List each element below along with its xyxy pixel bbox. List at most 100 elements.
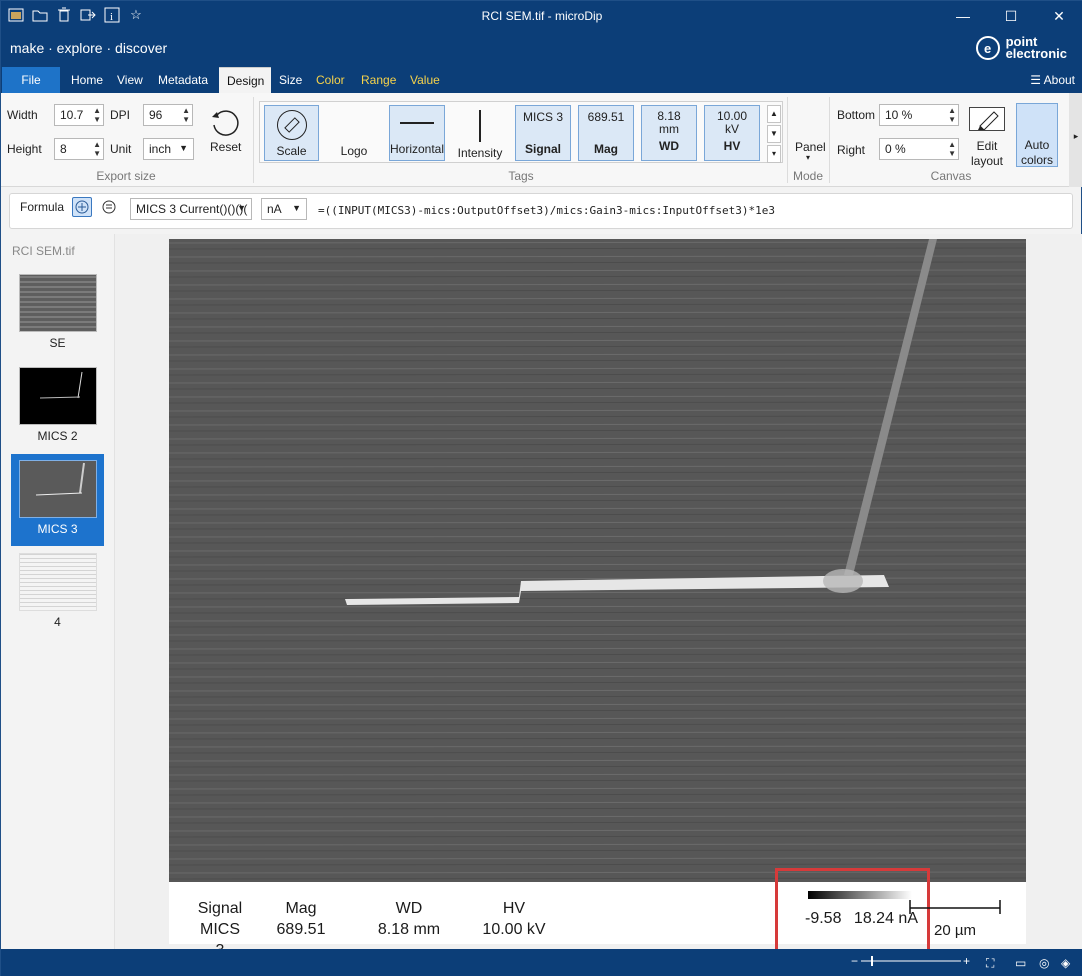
- databar-mag-value: 689.51: [276, 921, 326, 938]
- signal-tag-button[interactable]: MICS 3 Signal: [515, 105, 571, 161]
- horizontal-tag-button[interactable]: Horizontal: [389, 105, 445, 161]
- right-label: Right: [837, 143, 866, 157]
- tab-color[interactable]: Color: [308, 67, 353, 93]
- tab-value[interactable]: Value: [402, 67, 448, 93]
- zoom-slider[interactable]: − +: [851, 954, 971, 968]
- logo-line2: electronic: [1005, 46, 1067, 61]
- thumbnail-label: SE: [49, 336, 66, 350]
- databar-mag-label: Mag: [285, 900, 317, 917]
- formula-expression-input[interactable]: =((INPUT(MICS3)-mics:OutputOffset3)/mics…: [318, 204, 775, 217]
- logo-label: Logo: [340, 144, 368, 158]
- tab-design[interactable]: Design: [219, 67, 271, 93]
- tab-file[interactable]: File: [2, 67, 60, 93]
- logo-icon: e: [975, 36, 1000, 60]
- canvas-group-label: Canvas: [930, 169, 972, 183]
- vertical-line-icon: [479, 110, 481, 142]
- bottom-input[interactable]: 10 % ▲ ▼: [879, 104, 959, 126]
- fit-screen-icon[interactable]: ⛶: [986, 956, 1000, 970]
- ribbon-scroll-right-icon[interactable]: ▸: [1069, 93, 1082, 187]
- right-input[interactable]: 0 % ▲ ▼: [879, 138, 959, 160]
- unit-label: Unit: [110, 142, 132, 156]
- panel-dropdown-icon[interactable]: ▾: [806, 153, 810, 162]
- thumbnail-4[interactable]: 4: [11, 547, 104, 639]
- chevron-down-icon: ▼: [292, 203, 301, 213]
- thumbnail-label: 4: [54, 615, 61, 629]
- export-size-group-label: Export size: [96, 169, 156, 183]
- svg-text:−: −: [851, 954, 858, 968]
- thumbnail-image: [18, 274, 97, 332]
- spinner-icon[interactable]: ▲ ▼: [182, 106, 190, 124]
- about-icon: ☰: [1030, 73, 1044, 87]
- panel-button[interactable]: Panel: [795, 140, 826, 154]
- minimize-icon[interactable]: —: [939, 1, 987, 31]
- horizontal-label: Horizontal: [390, 142, 445, 156]
- thumbnail-image: [18, 367, 97, 425]
- tab-home[interactable]: Home: [63, 67, 111, 93]
- spinner-icon[interactable]: ▲ ▼: [93, 140, 101, 158]
- expand-gallery-icon[interactable]: ▾: [767, 145, 781, 163]
- app-window: i ☆ RCI SEM.tif - microDip — ☐ ✕ make · …: [0, 0, 1082, 976]
- chevron-down-icon: ▼: [179, 143, 188, 153]
- hv-tag-button[interactable]: 10.00 kV HV: [704, 105, 760, 161]
- thumbnail-se[interactable]: SE: [11, 268, 104, 360]
- channel-select[interactable]: MICS 3 Current()()()(▼: [130, 198, 252, 220]
- databar-wd-value: 8.18 mm: [377, 921, 441, 938]
- thumbnail-mics2[interactable]: MICS 2: [11, 361, 104, 453]
- ruler-icon: [276, 110, 307, 140]
- spinner-icon[interactable]: ▲ ▼: [948, 140, 956, 158]
- spinner-icon[interactable]: ▲ ▼: [93, 106, 101, 124]
- formula-mode-icon[interactable]: [72, 197, 92, 217]
- status-bar: − + ⛶ ▭ ◎ ◈: [1, 949, 1082, 976]
- file-name-label: RCI SEM.tif: [12, 244, 75, 258]
- wd-tag-label: WD: [659, 139, 679, 153]
- edit-layout-button[interactable]: Edit layout: [969, 139, 1005, 169]
- databar-hv-value: 10.00 kV: [482, 921, 546, 938]
- scroll-down-icon[interactable]: ▼: [767, 125, 781, 143]
- view-frame-icon[interactable]: ▭: [1015, 956, 1029, 970]
- unit-select[interactable]: nA ▼: [261, 198, 307, 220]
- thumbnail-image: [18, 460, 97, 518]
- reset-button[interactable]: Reset: [210, 140, 241, 154]
- unit-select[interactable]: inch ▼: [143, 138, 194, 160]
- auto-colors-button[interactable]: Auto colors: [1016, 103, 1058, 167]
- scale-label: Scale: [276, 144, 307, 158]
- close-icon[interactable]: ✕: [1035, 1, 1082, 31]
- mag-tag-button[interactable]: 689.51 Mag: [578, 105, 634, 161]
- formula-list-icon[interactable]: [100, 198, 118, 216]
- svg-text:+: +: [963, 954, 970, 968]
- dpi-input[interactable]: 96 ▲ ▼: [143, 104, 193, 126]
- tab-view[interactable]: View: [109, 67, 151, 93]
- intensity-label: Intensity: [457, 146, 503, 160]
- mode-group-label: Mode: [792, 169, 824, 183]
- range-min-value: -9.58: [805, 910, 842, 927]
- maximize-icon[interactable]: ☐: [987, 1, 1035, 31]
- about-button[interactable]: ☰ About: [1030, 73, 1075, 87]
- width-input[interactable]: 10.7 ▲ ▼: [54, 104, 104, 126]
- intensity-tag-button[interactable]: Intensity: [451, 105, 509, 161]
- thumbnail-mics3[interactable]: MICS 3: [11, 454, 104, 546]
- hv-tag-unit: kV: [724, 122, 739, 136]
- tab-metadata[interactable]: Metadata: [150, 67, 216, 93]
- scale-bar: [909, 898, 1001, 914]
- brand-bar: make · explore · discover e point electro…: [1, 31, 1082, 67]
- image-sidebar: RCI SEM.tif SE MICS 2 MICS 3 4: [1, 234, 115, 949]
- height-input[interactable]: 8 ▲ ▼: [54, 138, 104, 160]
- width-label: Width: [7, 108, 38, 122]
- sem-image[interactable]: [169, 239, 1026, 882]
- scale-tag-button[interactable]: Scale: [264, 105, 319, 161]
- wd-tag-button[interactable]: 8.18 mm WD: [641, 105, 697, 161]
- target-icon[interactable]: ◎: [1039, 956, 1053, 970]
- logo-tag-button[interactable]: Logo: [325, 105, 383, 161]
- pencil-icon[interactable]: [969, 107, 1005, 131]
- intensity-colorbar: [808, 891, 912, 899]
- window-title: RCI SEM.tif - microDip: [481, 9, 603, 23]
- ribbon-panel: Width 10.7 ▲ ▼ DPI 96 ▲ ▼ Height 8 ▲ ▼ Unit in…: [1, 93, 1082, 187]
- spinner-icon[interactable]: ▲ ▼: [948, 106, 956, 124]
- databar-signal-label: Signal: [197, 900, 243, 917]
- tab-size[interactable]: Size: [271, 67, 310, 93]
- reset-icon[interactable]: [207, 107, 241, 137]
- signal-tag-value: MICS 3: [522, 110, 563, 124]
- tab-range[interactable]: Range: [353, 67, 404, 93]
- layers-icon[interactable]: ◈: [1061, 956, 1075, 970]
- scroll-up-icon[interactable]: ▲: [767, 105, 781, 123]
